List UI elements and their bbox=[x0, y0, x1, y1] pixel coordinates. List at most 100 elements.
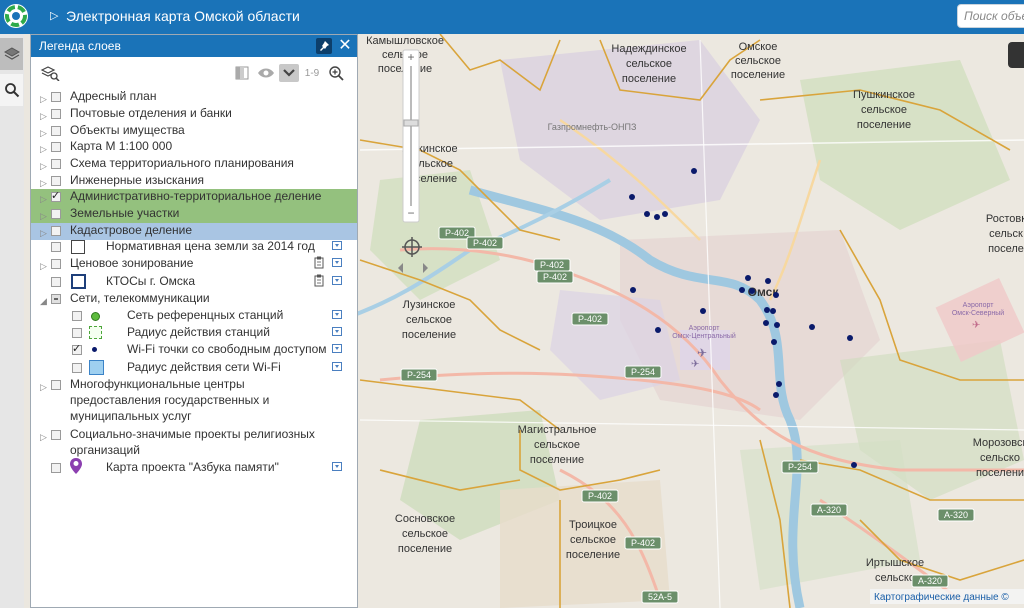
wifi-point-marker[interactable] bbox=[691, 168, 697, 174]
clipboard-icon[interactable] bbox=[314, 274, 324, 291]
layer-checkbox[interactable] bbox=[51, 380, 61, 390]
wifi-point-marker[interactable] bbox=[749, 288, 755, 294]
layer-checkbox[interactable] bbox=[51, 209, 61, 219]
layer-row[interactable]: ◢ Сети, телекоммуникации bbox=[31, 291, 357, 308]
wifi-point-marker[interactable] bbox=[662, 211, 668, 217]
layer-checkbox[interactable] bbox=[72, 342, 82, 357]
wifi-point-marker[interactable] bbox=[770, 308, 776, 314]
wifi-point-marker[interactable] bbox=[745, 275, 751, 281]
layer-menu-icon[interactable] bbox=[332, 258, 342, 267]
layer-row[interactable]: ▷ Карта М 1:100 000 bbox=[31, 139, 357, 156]
layers-button[interactable] bbox=[0, 38, 23, 70]
wifi-point-marker[interactable] bbox=[771, 339, 777, 345]
expand-arrow-icon[interactable]: ▷ bbox=[40, 92, 47, 107]
expand-arrow-icon[interactable]: ▷ bbox=[40, 142, 47, 157]
wifi-point-marker[interactable] bbox=[809, 324, 815, 330]
layer-row[interactable]: ▷ Кадастровое деление bbox=[31, 223, 357, 240]
wifi-point-marker[interactable] bbox=[765, 278, 771, 284]
layer-menu-icon[interactable] bbox=[332, 344, 342, 353]
layer-row[interactable]: ▷ Многофункциональные центры предоставлени… bbox=[31, 377, 357, 424]
expand-arrow-icon[interactable]: ▷ bbox=[40, 192, 47, 207]
wifi-point-marker[interactable] bbox=[654, 214, 660, 220]
wifi-point-marker[interactable] bbox=[774, 322, 780, 328]
layer-checkbox[interactable] bbox=[51, 142, 61, 152]
layer-menu-icon[interactable] bbox=[332, 241, 342, 250]
search-input[interactable] bbox=[957, 4, 1024, 28]
layer-checkbox[interactable] bbox=[72, 311, 82, 321]
expand-arrow-icon[interactable]: ▷ bbox=[40, 159, 47, 174]
wifi-point-marker[interactable] bbox=[655, 327, 661, 333]
layer-checkbox[interactable] bbox=[51, 176, 61, 186]
layer-row[interactable]: ▷ Административно-территориальное деление bbox=[31, 189, 357, 206]
zoom-handle[interactable] bbox=[403, 119, 419, 127]
layer-row[interactable]: Wi-Fi точки со свободным доступом bbox=[31, 342, 357, 359]
header-expand-icon[interactable]: ▷ bbox=[50, 9, 58, 22]
layer-checkbox[interactable] bbox=[72, 328, 82, 338]
visibility-button[interactable] bbox=[255, 64, 277, 82]
layer-menu-icon[interactable] bbox=[332, 327, 342, 336]
close-button[interactable]: ✕ bbox=[337, 37, 353, 55]
collapse-all-button[interactable] bbox=[279, 64, 299, 82]
expand-arrow-icon[interactable]: ▷ bbox=[40, 380, 47, 395]
layer-checkbox[interactable] bbox=[51, 294, 61, 304]
layer-menu-icon[interactable] bbox=[332, 310, 342, 319]
layer-row[interactable]: Радиус действия станций bbox=[31, 325, 357, 342]
search-tool-button[interactable] bbox=[0, 74, 23, 106]
layer-menu-icon[interactable] bbox=[332, 276, 342, 285]
layer-checkbox[interactable] bbox=[51, 463, 61, 473]
expand-arrow-icon[interactable]: ▷ bbox=[40, 209, 47, 224]
layer-menu-icon[interactable] bbox=[332, 462, 342, 471]
layers-style-button[interactable] bbox=[39, 64, 61, 82]
layer-checkbox[interactable] bbox=[51, 242, 61, 252]
layer-row[interactable]: ▷ Земельные участки bbox=[31, 206, 357, 223]
zoom-slider[interactable]: + − bbox=[402, 49, 420, 223]
wifi-point-marker[interactable] bbox=[764, 307, 770, 313]
wifi-point-marker[interactable] bbox=[630, 287, 636, 293]
layer-row[interactable]: Радиус действия сети Wi-Fi bbox=[31, 360, 357, 377]
layer-row[interactable]: КТОСы г. Омска bbox=[31, 274, 357, 291]
map-tool-button[interactable] bbox=[1008, 42, 1024, 68]
wifi-point-marker[interactable] bbox=[773, 292, 779, 298]
zoom-to-layer-button[interactable] bbox=[326, 64, 346, 82]
expand-arrow-icon[interactable]: ▷ bbox=[40, 259, 47, 274]
sort-range-button[interactable]: 1-9 bbox=[302, 64, 322, 82]
wifi-point-marker[interactable] bbox=[773, 392, 779, 398]
layer-row[interactable]: Сеть референцных станций bbox=[31, 308, 357, 325]
layer-row[interactable]: ▷ Схема территориального планирования bbox=[31, 156, 357, 173]
wifi-point-marker[interactable] bbox=[700, 308, 706, 314]
layer-checkbox[interactable] bbox=[51, 126, 61, 136]
layer-row[interactable]: ▷ Инженерные изыскания bbox=[31, 173, 357, 190]
layer-menu-icon[interactable] bbox=[332, 362, 342, 371]
layer-row[interactable]: Карта проекта "Азбука памяти" bbox=[31, 458, 357, 477]
pin-button[interactable] bbox=[316, 38, 332, 54]
layer-row[interactable]: ▷ Социально-значимые проекты религиозных о… bbox=[31, 427, 357, 459]
layer-checkbox[interactable] bbox=[51, 226, 61, 236]
layer-row[interactable]: ▷ Адресный план bbox=[31, 89, 357, 106]
layer-row[interactable]: ▷ Объекты имущества bbox=[31, 123, 357, 140]
layer-row[interactable]: Нормативная цена земли за 2014 год bbox=[31, 239, 357, 256]
zoom-out-icon[interactable]: − bbox=[407, 206, 414, 220]
wifi-point-marker[interactable] bbox=[763, 320, 769, 326]
layer-checkbox[interactable] bbox=[51, 277, 61, 287]
layer-checkbox[interactable] bbox=[51, 109, 61, 119]
opacity-button[interactable] bbox=[233, 64, 251, 82]
wifi-point-marker[interactable] bbox=[847, 335, 853, 341]
expand-arrow-icon[interactable]: ▷ bbox=[40, 430, 47, 445]
layer-checkbox[interactable] bbox=[51, 92, 61, 102]
wifi-point-marker[interactable] bbox=[776, 381, 782, 387]
clipboard-icon[interactable] bbox=[314, 256, 324, 273]
expand-arrow-icon[interactable]: ▷ bbox=[40, 109, 47, 124]
wifi-point-marker[interactable] bbox=[644, 211, 650, 217]
layer-checkbox[interactable] bbox=[72, 363, 82, 373]
map-attribution[interactable]: Картографические данные © bbox=[874, 591, 1009, 603]
layer-checkbox[interactable] bbox=[51, 189, 61, 204]
layer-row[interactable]: ▷ Почтовые отделения и банки bbox=[31, 106, 357, 123]
layer-checkbox[interactable] bbox=[51, 259, 61, 269]
wifi-point-marker[interactable] bbox=[629, 194, 635, 200]
layer-checkbox[interactable] bbox=[51, 430, 61, 440]
collapse-arrow-icon[interactable]: ◢ bbox=[40, 294, 47, 309]
layer-checkbox[interactable] bbox=[51, 159, 61, 169]
layer-row[interactable]: ▷ Ценовое зонирование bbox=[31, 256, 357, 273]
wifi-point-marker[interactable] bbox=[739, 287, 745, 293]
wifi-point-marker[interactable] bbox=[851, 462, 857, 468]
